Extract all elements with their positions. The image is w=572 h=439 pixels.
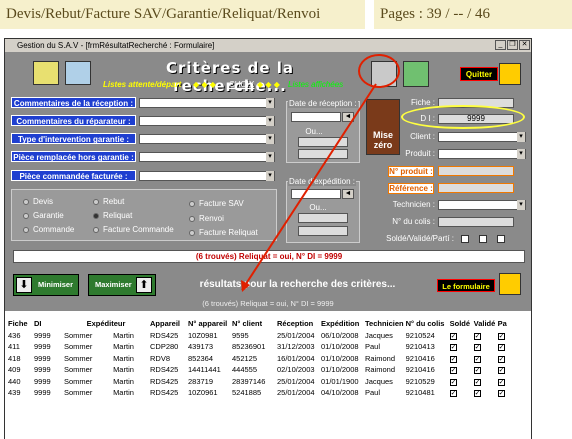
annotation-arrow [241, 83, 377, 292]
